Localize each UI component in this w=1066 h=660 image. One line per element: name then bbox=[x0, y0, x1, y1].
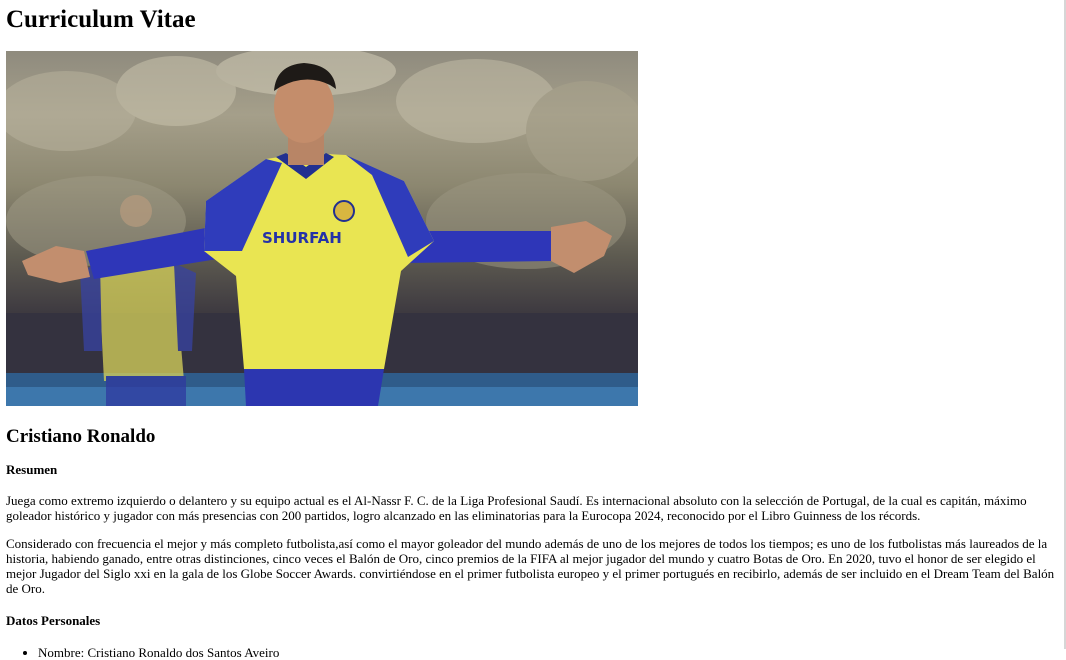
player-photo: SHURFAH bbox=[6, 51, 638, 406]
shirt-sponsor-text: SHURFAH bbox=[262, 229, 342, 247]
summary-heading: Resumen bbox=[6, 462, 58, 477]
summary-paragraph: Juega como extremo izquierdo o delantero… bbox=[6, 493, 1027, 523]
candidate-name: Cristiano Ronaldo bbox=[6, 426, 156, 447]
summary-paragraph: Considerado con frecuencia el mejor y má… bbox=[6, 536, 1055, 596]
list-item: Nombre: Cristiano Ronaldo dos Santos Ave… bbox=[38, 645, 1056, 660]
page-title: Curriculum Vitae bbox=[6, 6, 196, 33]
personal-data-heading: Datos Personales bbox=[6, 613, 101, 628]
personal-data-list: Nombre: Cristiano Ronaldo dos Santos Ave… bbox=[8, 645, 1056, 660]
cv-page: Curriculum Vitae SHURFAH Cristiano Ronal… bbox=[0, 0, 1064, 660]
